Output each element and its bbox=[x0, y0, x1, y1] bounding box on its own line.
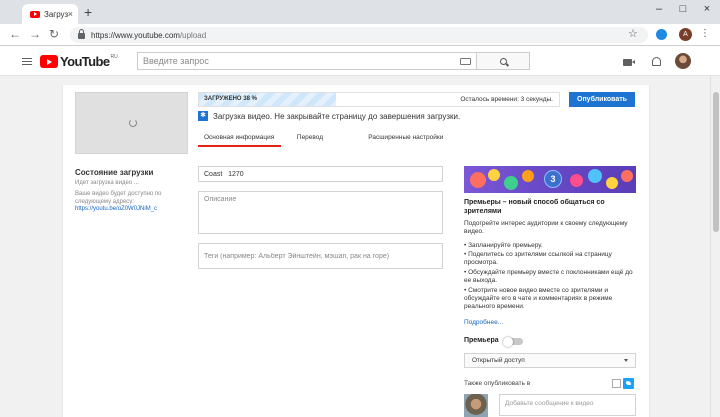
share-message-textarea[interactable] bbox=[500, 395, 635, 415]
video-thumbnail bbox=[75, 92, 188, 154]
bookmark-star-icon[interactable]: ☆ bbox=[628, 27, 638, 40]
description-field-wrapper bbox=[198, 191, 443, 234]
url-host: https://www.youtube.com bbox=[91, 30, 180, 40]
youtube-header: YouTube RU bbox=[0, 46, 720, 76]
privacy-select-value: Открытый доступ bbox=[472, 357, 525, 364]
share-message-wrapper bbox=[499, 394, 636, 416]
twitter-icon[interactable] bbox=[623, 378, 634, 389]
mascot-blob-icon bbox=[621, 170, 633, 182]
time-remaining: Осталось времени: 3 секунды. bbox=[460, 96, 553, 103]
tags-field-wrapper bbox=[198, 243, 443, 269]
mascot-blob-icon bbox=[522, 170, 534, 182]
loading-spinner-icon bbox=[129, 119, 137, 127]
maximize-icon[interactable]: □ bbox=[674, 3, 692, 15]
notifications-bell-icon[interactable] bbox=[652, 57, 661, 66]
tags-input[interactable] bbox=[199, 244, 442, 268]
back-icon[interactable]: ← bbox=[8, 27, 22, 41]
logo-region: RU bbox=[110, 53, 118, 60]
profile-avatar[interactable]: A bbox=[679, 28, 692, 41]
logo-text: YouTube bbox=[60, 54, 110, 69]
upload-page: Состояние загрузки Идет загрузка видео .… bbox=[0, 76, 710, 417]
description-textarea[interactable] bbox=[199, 192, 442, 233]
search-box bbox=[137, 52, 477, 70]
address-bar[interactable]: https://www.youtube.com/upload bbox=[70, 27, 648, 43]
mascot-blob-icon bbox=[588, 169, 602, 183]
promo-bullet: • Поделитесь со зрителями ссылкой на стр… bbox=[464, 251, 612, 267]
upload-progress-bar: ЗАГРУЖЕНО 38 % Осталось времени: 3 секун… bbox=[198, 92, 560, 107]
publish-button[interactable]: Опубликовать bbox=[569, 92, 635, 107]
browser-tabstrip: Загрузка × + – □ × bbox=[0, 0, 720, 24]
browser-tab[interactable]: Загрузка × bbox=[22, 4, 78, 24]
mascot-blob-icon bbox=[504, 176, 518, 190]
mascot-blob-icon bbox=[570, 174, 583, 187]
premiere-promo-banner: 3 bbox=[464, 166, 636, 193]
tab-advanced-settings[interactable]: Расширенные настройки bbox=[344, 127, 453, 147]
tab-basic-info[interactable]: Основная информация bbox=[198, 127, 281, 147]
account-avatar[interactable] bbox=[675, 53, 691, 69]
search-icon bbox=[499, 57, 507, 65]
upload-status-sub: Идет загрузка видео ... bbox=[75, 180, 139, 186]
search-input[interactable] bbox=[143, 56, 443, 66]
title-field-wrapper bbox=[198, 166, 443, 182]
lock-icon bbox=[78, 29, 85, 39]
scrollbar-thumb[interactable] bbox=[713, 92, 719, 232]
create-video-icon[interactable] bbox=[623, 59, 635, 66]
upload-tabs: Основная информация Перевод Расширенные … bbox=[198, 127, 453, 147]
premiere-countdown-badge: 3 bbox=[544, 170, 562, 188]
title-input[interactable] bbox=[199, 167, 442, 181]
video-url-link[interactable]: https://youtu.be/oZ0W0JNiM_c bbox=[75, 206, 157, 212]
close-window-icon[interactable]: × bbox=[698, 3, 716, 15]
privacy-select[interactable]: Открытый доступ bbox=[464, 353, 636, 368]
reload-icon[interactable]: ↻ bbox=[47, 27, 61, 41]
hamburger-menu-icon[interactable] bbox=[22, 58, 32, 67]
mascot-blob-icon bbox=[606, 177, 618, 189]
learn-more-link[interactable]: Подробнее... bbox=[464, 319, 503, 326]
premiere-toggle[interactable] bbox=[503, 336, 523, 347]
upload-status-title: Состояние загрузки bbox=[75, 168, 154, 177]
mascot-blob-icon bbox=[488, 169, 500, 181]
browser-menu-icon[interactable]: ⋮ bbox=[700, 28, 710, 40]
mascot-blob-icon bbox=[470, 172, 486, 188]
chevron-down-icon bbox=[624, 359, 628, 362]
upload-status-note: Ваше видео будет доступно по следующему … bbox=[75, 191, 162, 205]
promo-bullet: • Запланируйте премьеру. bbox=[464, 242, 543, 249]
also-publish-label: Также опубликовать в bbox=[464, 380, 531, 387]
youtube-logo[interactable]: YouTube RU bbox=[40, 54, 118, 69]
upload-card: Состояние загрузки Идет загрузка видео .… bbox=[63, 85, 649, 417]
premiere-promo-body: Подогрейте интерес аудитории к своему сл… bbox=[464, 220, 628, 236]
premiere-promo-title: Премьеры – новый способ общаться со зрит… bbox=[464, 199, 605, 215]
new-tab-button[interactable]: + bbox=[84, 5, 92, 19]
youtube-favicon-icon bbox=[30, 10, 40, 18]
promo-bullet: • Обсуждайте премьеру вместе с поклонник… bbox=[464, 269, 633, 285]
url-path: /upload bbox=[179, 30, 207, 40]
browser-toolbar: ← → ↻ https://www.youtube.com/upload ☆ A… bbox=[0, 24, 720, 46]
keyboard-icon[interactable] bbox=[460, 58, 471, 65]
upload-progress-label: ЗАГРУЖЕНО 38 % bbox=[204, 96, 257, 102]
forward-icon[interactable]: → bbox=[28, 27, 42, 41]
close-tab-icon[interactable]: × bbox=[68, 9, 73, 19]
search-button[interactable] bbox=[477, 52, 530, 70]
promo-bullet: • Смотрите новое видео вместе со зрителя… bbox=[464, 287, 613, 311]
upload-notice-text: Загрузка видео. Не закрывайте страницу д… bbox=[213, 111, 461, 121]
channel-avatar bbox=[464, 394, 488, 417]
page-scrollbar[interactable] bbox=[710, 76, 720, 417]
extension-icon[interactable] bbox=[656, 29, 667, 40]
twitter-share-checkbox[interactable] bbox=[612, 379, 621, 388]
info-icon: ✱ bbox=[198, 111, 208, 121]
tab-translation[interactable]: Перевод bbox=[281, 127, 344, 147]
premiere-label: Премьера bbox=[464, 337, 499, 344]
browser-tab-title: Загрузка bbox=[44, 9, 68, 19]
minimize-icon[interactable]: – bbox=[650, 3, 668, 15]
youtube-play-icon bbox=[40, 55, 58, 68]
upload-notice: ✱ Загрузка видео. Не закрывайте страницу… bbox=[198, 111, 460, 121]
